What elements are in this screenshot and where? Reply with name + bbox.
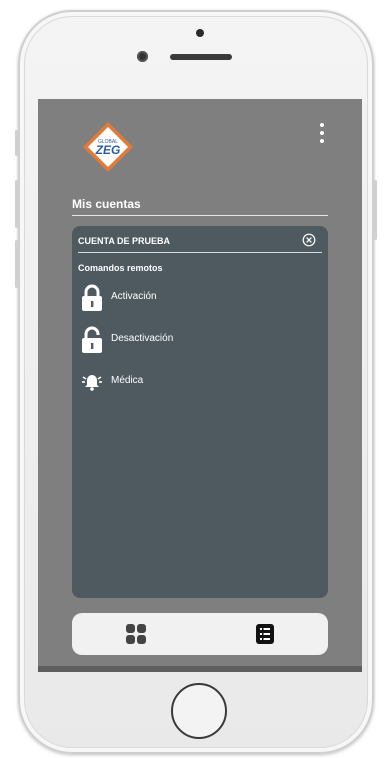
global-zeg-logo: GLOBAL ZEG <box>83 122 133 172</box>
command-label: Desactivación <box>111 333 174 344</box>
list-icon[interactable] <box>254 623 276 645</box>
volume-down-button <box>15 240 18 288</box>
lock-open-icon <box>82 326 102 353</box>
proximity-sensor <box>196 29 204 37</box>
close-circle-icon[interactable] <box>302 233 316 247</box>
lock-closed-icon <box>82 284 102 311</box>
command-desactivacion[interactable]: Desactivación <box>78 325 318 355</box>
section-divider <box>72 215 328 216</box>
account-header: CUENTA DE PRUEBA <box>78 233 322 253</box>
screen-bottom-edge <box>38 666 362 672</box>
account-panel: CUENTA DE PRUEBA Comandos remotos Activa… <box>72 226 328 598</box>
alarm-bell-icon <box>82 375 102 391</box>
home-button[interactable] <box>171 683 227 739</box>
front-camera <box>137 51 148 62</box>
section-title: Mis cuentas <box>72 197 141 211</box>
app-screen: GLOBAL ZEG Mis cuentas CUENTA DE PRUEBA … <box>38 99 362 672</box>
account-name: CUENTA DE PRUEBA <box>78 236 171 246</box>
earpiece-speaker <box>170 54 232 60</box>
power-button <box>374 180 377 240</box>
volume-up-button <box>15 180 18 228</box>
overflow-menu-icon[interactable] <box>318 123 326 143</box>
command-activacion[interactable]: Activación <box>78 283 318 313</box>
bottom-navigation <box>72 613 328 655</box>
command-label: Médica <box>111 375 144 386</box>
command-medica[interactable]: Médica <box>78 367 318 397</box>
command-label: Activación <box>111 291 157 302</box>
logo-text-main: ZEG <box>95 143 121 157</box>
account-divider <box>78 252 322 253</box>
commands-title: Comandos remotos <box>78 263 163 273</box>
grid-icon[interactable] <box>125 623 147 645</box>
mute-switch <box>15 130 18 156</box>
